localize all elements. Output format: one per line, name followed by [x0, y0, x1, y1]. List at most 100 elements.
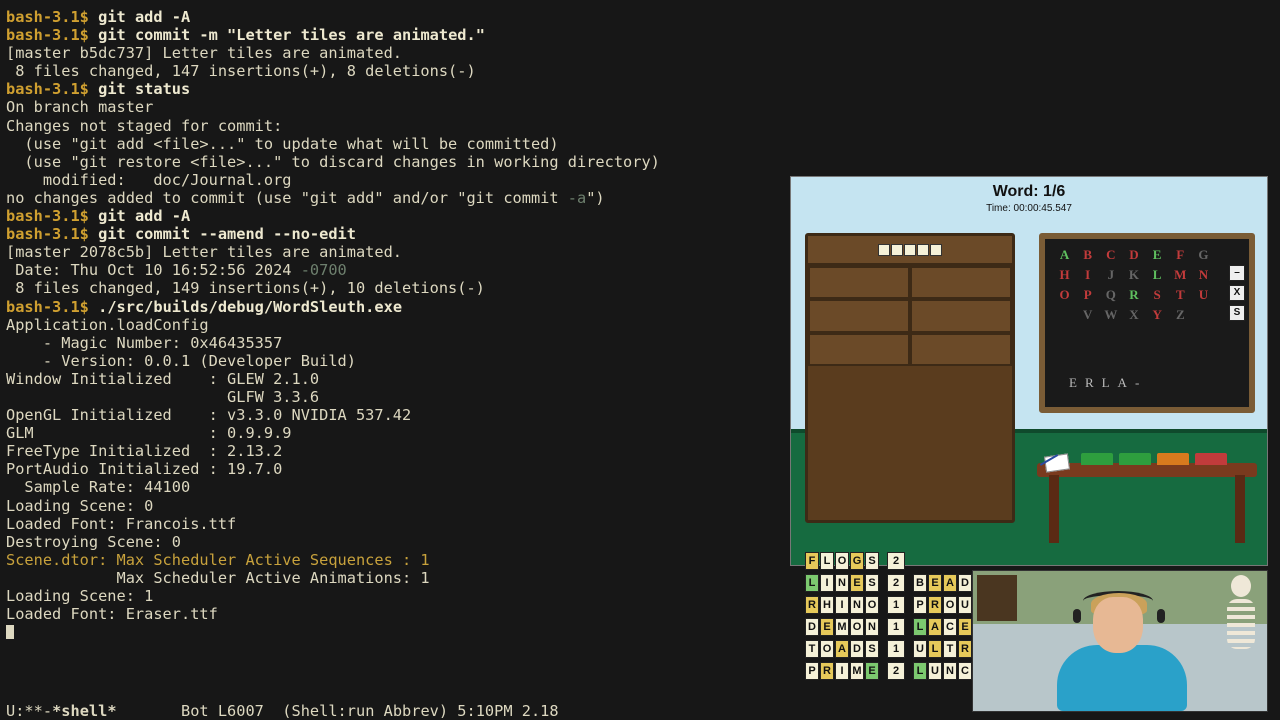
- tile: L: [928, 640, 942, 658]
- tile: D: [958, 574, 972, 592]
- alpha-S[interactable]: S: [1146, 287, 1169, 307]
- board-btn-S[interactable]: S: [1229, 305, 1245, 321]
- score: 2: [887, 552, 905, 570]
- tile: G: [850, 552, 864, 570]
- alpha-C[interactable]: C: [1099, 247, 1122, 267]
- alpha-D[interactable]: D: [1122, 247, 1145, 267]
- board-btn-X[interactable]: X: [1229, 285, 1245, 301]
- tile: R: [805, 596, 819, 614]
- score: 1: [887, 640, 905, 658]
- books: [1081, 453, 1227, 465]
- answer-blanks: [878, 244, 942, 256]
- tile: E: [928, 574, 942, 592]
- tile: S: [865, 640, 879, 658]
- score: 2: [887, 574, 905, 592]
- tile: L: [913, 618, 927, 636]
- tile: A: [835, 640, 849, 658]
- alphabet-grid: ABCDEFG HIJKLMN OPQRSTU VWXYZ: [1053, 247, 1215, 327]
- alpha-I[interactable]: I: [1076, 267, 1099, 287]
- chalk-guess: ERLA-: [1069, 375, 1147, 391]
- alpha-Q[interactable]: Q: [1099, 287, 1122, 307]
- alpha-H[interactable]: H: [1053, 267, 1076, 287]
- tile: L: [913, 662, 927, 680]
- webcam-overlay: [972, 570, 1268, 712]
- tile: C: [958, 662, 972, 680]
- cabinet: [805, 233, 1015, 523]
- tile: O: [820, 640, 834, 658]
- alpha-O[interactable]: O: [1053, 287, 1076, 307]
- tile: L: [805, 574, 819, 592]
- alpha-T[interactable]: T: [1169, 287, 1192, 307]
- tile: M: [835, 618, 849, 636]
- tile: B: [913, 574, 927, 592]
- tile: L: [820, 552, 834, 570]
- tile: I: [835, 596, 849, 614]
- tile: M: [850, 662, 864, 680]
- alpha-U[interactable]: U: [1192, 287, 1215, 307]
- alpha-J[interactable]: J: [1099, 267, 1122, 287]
- timer: Time: 00:00:45.547: [791, 203, 1267, 214]
- tile: O: [865, 596, 879, 614]
- tile: R: [820, 662, 834, 680]
- alpha-R[interactable]: R: [1122, 287, 1145, 307]
- tile: U: [958, 596, 972, 614]
- tile: E: [865, 662, 879, 680]
- tile: S: [865, 552, 879, 570]
- tile: D: [850, 640, 864, 658]
- tile: E: [820, 618, 834, 636]
- alpha-X[interactable]: X: [1122, 307, 1145, 327]
- score: 1: [887, 596, 905, 614]
- tile: N: [943, 662, 957, 680]
- tile: N: [865, 618, 879, 636]
- tile: F: [805, 552, 819, 570]
- tile: T: [943, 640, 957, 658]
- alpha-L[interactable]: L: [1146, 267, 1169, 287]
- alpha-P[interactable]: P: [1076, 287, 1099, 307]
- tile: P: [913, 596, 927, 614]
- tile: A: [943, 574, 957, 592]
- tile: N: [850, 596, 864, 614]
- tile: H: [820, 596, 834, 614]
- tile: S: [865, 574, 879, 592]
- alpha-E[interactable]: E: [1146, 247, 1169, 267]
- tile: U: [928, 662, 942, 680]
- alpha-blank[interactable]: [1053, 307, 1076, 327]
- board-buttons: – XS: [1229, 265, 1245, 321]
- alpha-N[interactable]: N: [1192, 267, 1215, 287]
- tile: R: [958, 640, 972, 658]
- desk: [1037, 463, 1257, 543]
- tile: N: [835, 574, 849, 592]
- alpha-A[interactable]: A: [1053, 247, 1076, 267]
- tile: P: [805, 662, 819, 680]
- tile: E: [850, 574, 864, 592]
- chalkboard: ABCDEFGHIJKLMNOPQRSTUVWXYZ –XS ERLA-: [1039, 233, 1255, 413]
- tile: R: [928, 596, 942, 614]
- tile: I: [835, 662, 849, 680]
- alpha-M[interactable]: M: [1169, 267, 1192, 287]
- alpha-Z[interactable]: Z: [1169, 307, 1192, 327]
- alpha-K[interactable]: K: [1122, 267, 1145, 287]
- game-header: Word: 1/6 Time: 00:00:45.547: [791, 177, 1267, 214]
- tile: I: [820, 574, 834, 592]
- score: 1: [887, 618, 905, 636]
- tile: E: [958, 618, 972, 636]
- alpha-W[interactable]: W: [1099, 307, 1122, 327]
- cursor: [6, 625, 14, 639]
- alpha-V[interactable]: V: [1076, 307, 1099, 327]
- word-counter: Word: 1/6: [791, 183, 1267, 201]
- tile: O: [943, 596, 957, 614]
- alpha-G[interactable]: G: [1192, 247, 1215, 267]
- tile: A: [928, 618, 942, 636]
- alpha-blank[interactable]: [1192, 307, 1215, 327]
- alpha-B[interactable]: B: [1076, 247, 1099, 267]
- alpha-F[interactable]: F: [1169, 247, 1192, 267]
- tile: O: [850, 618, 864, 636]
- board-btn-–[interactable]: –: [1229, 265, 1245, 281]
- tile: D: [805, 618, 819, 636]
- alpha-Y[interactable]: Y: [1146, 307, 1169, 327]
- tile: U: [913, 640, 927, 658]
- tile: C: [943, 618, 957, 636]
- score: 2: [887, 662, 905, 680]
- tile: T: [805, 640, 819, 658]
- game-window[interactable]: Word: 1/6 Time: 00:00:45.547 FLOGS2LINES…: [790, 176, 1268, 566]
